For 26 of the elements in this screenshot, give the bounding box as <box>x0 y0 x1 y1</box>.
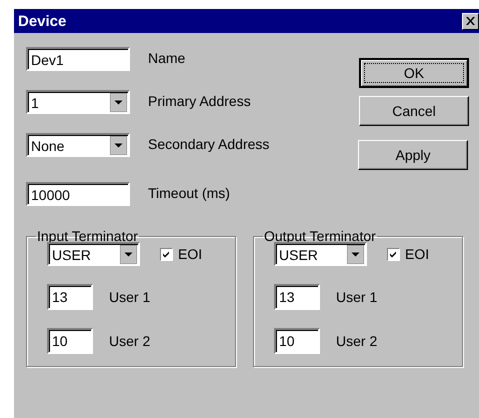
field-label: User 1 <box>109 289 150 305</box>
checkbox-label: EOI <box>178 246 202 262</box>
field-label: User 2 <box>336 333 378 349</box>
input-field[interactable]: 13 <box>47 284 93 310</box>
field-label: User 2 <box>109 333 150 349</box>
dropdown[interactable]: None <box>26 133 130 157</box>
field-label: Timeout (ms) <box>148 184 230 201</box>
input-field[interactable]: 10000 <box>26 182 130 206</box>
field-label: User 1 <box>336 289 378 305</box>
input-field[interactable]: Dev1 <box>26 47 130 71</box>
dialog-button[interactable]: OK <box>359 58 469 88</box>
window-title: Device <box>18 12 66 30</box>
checkbox-label: EOI <box>405 246 430 262</box>
group-title: Output Terminator <box>263 228 377 244</box>
input-field[interactable]: 10 <box>274 328 320 354</box>
dropdown[interactable]: 1 <box>26 90 130 114</box>
dialog-button[interactable]: Cancel <box>359 96 469 126</box>
group-title: Input Terminator <box>36 228 139 244</box>
dropdown[interactable]: USER <box>47 242 140 266</box>
input-field[interactable]: 13 <box>274 284 320 310</box>
field-label: Secondary Address <box>148 135 270 152</box>
field-label: Name <box>148 49 186 66</box>
dialog-button[interactable]: Apply <box>358 140 468 170</box>
input-field[interactable]: 10 <box>47 328 93 354</box>
dropdown[interactable]: USER <box>274 242 367 266</box>
field-label: Primary Address <box>148 92 251 109</box>
